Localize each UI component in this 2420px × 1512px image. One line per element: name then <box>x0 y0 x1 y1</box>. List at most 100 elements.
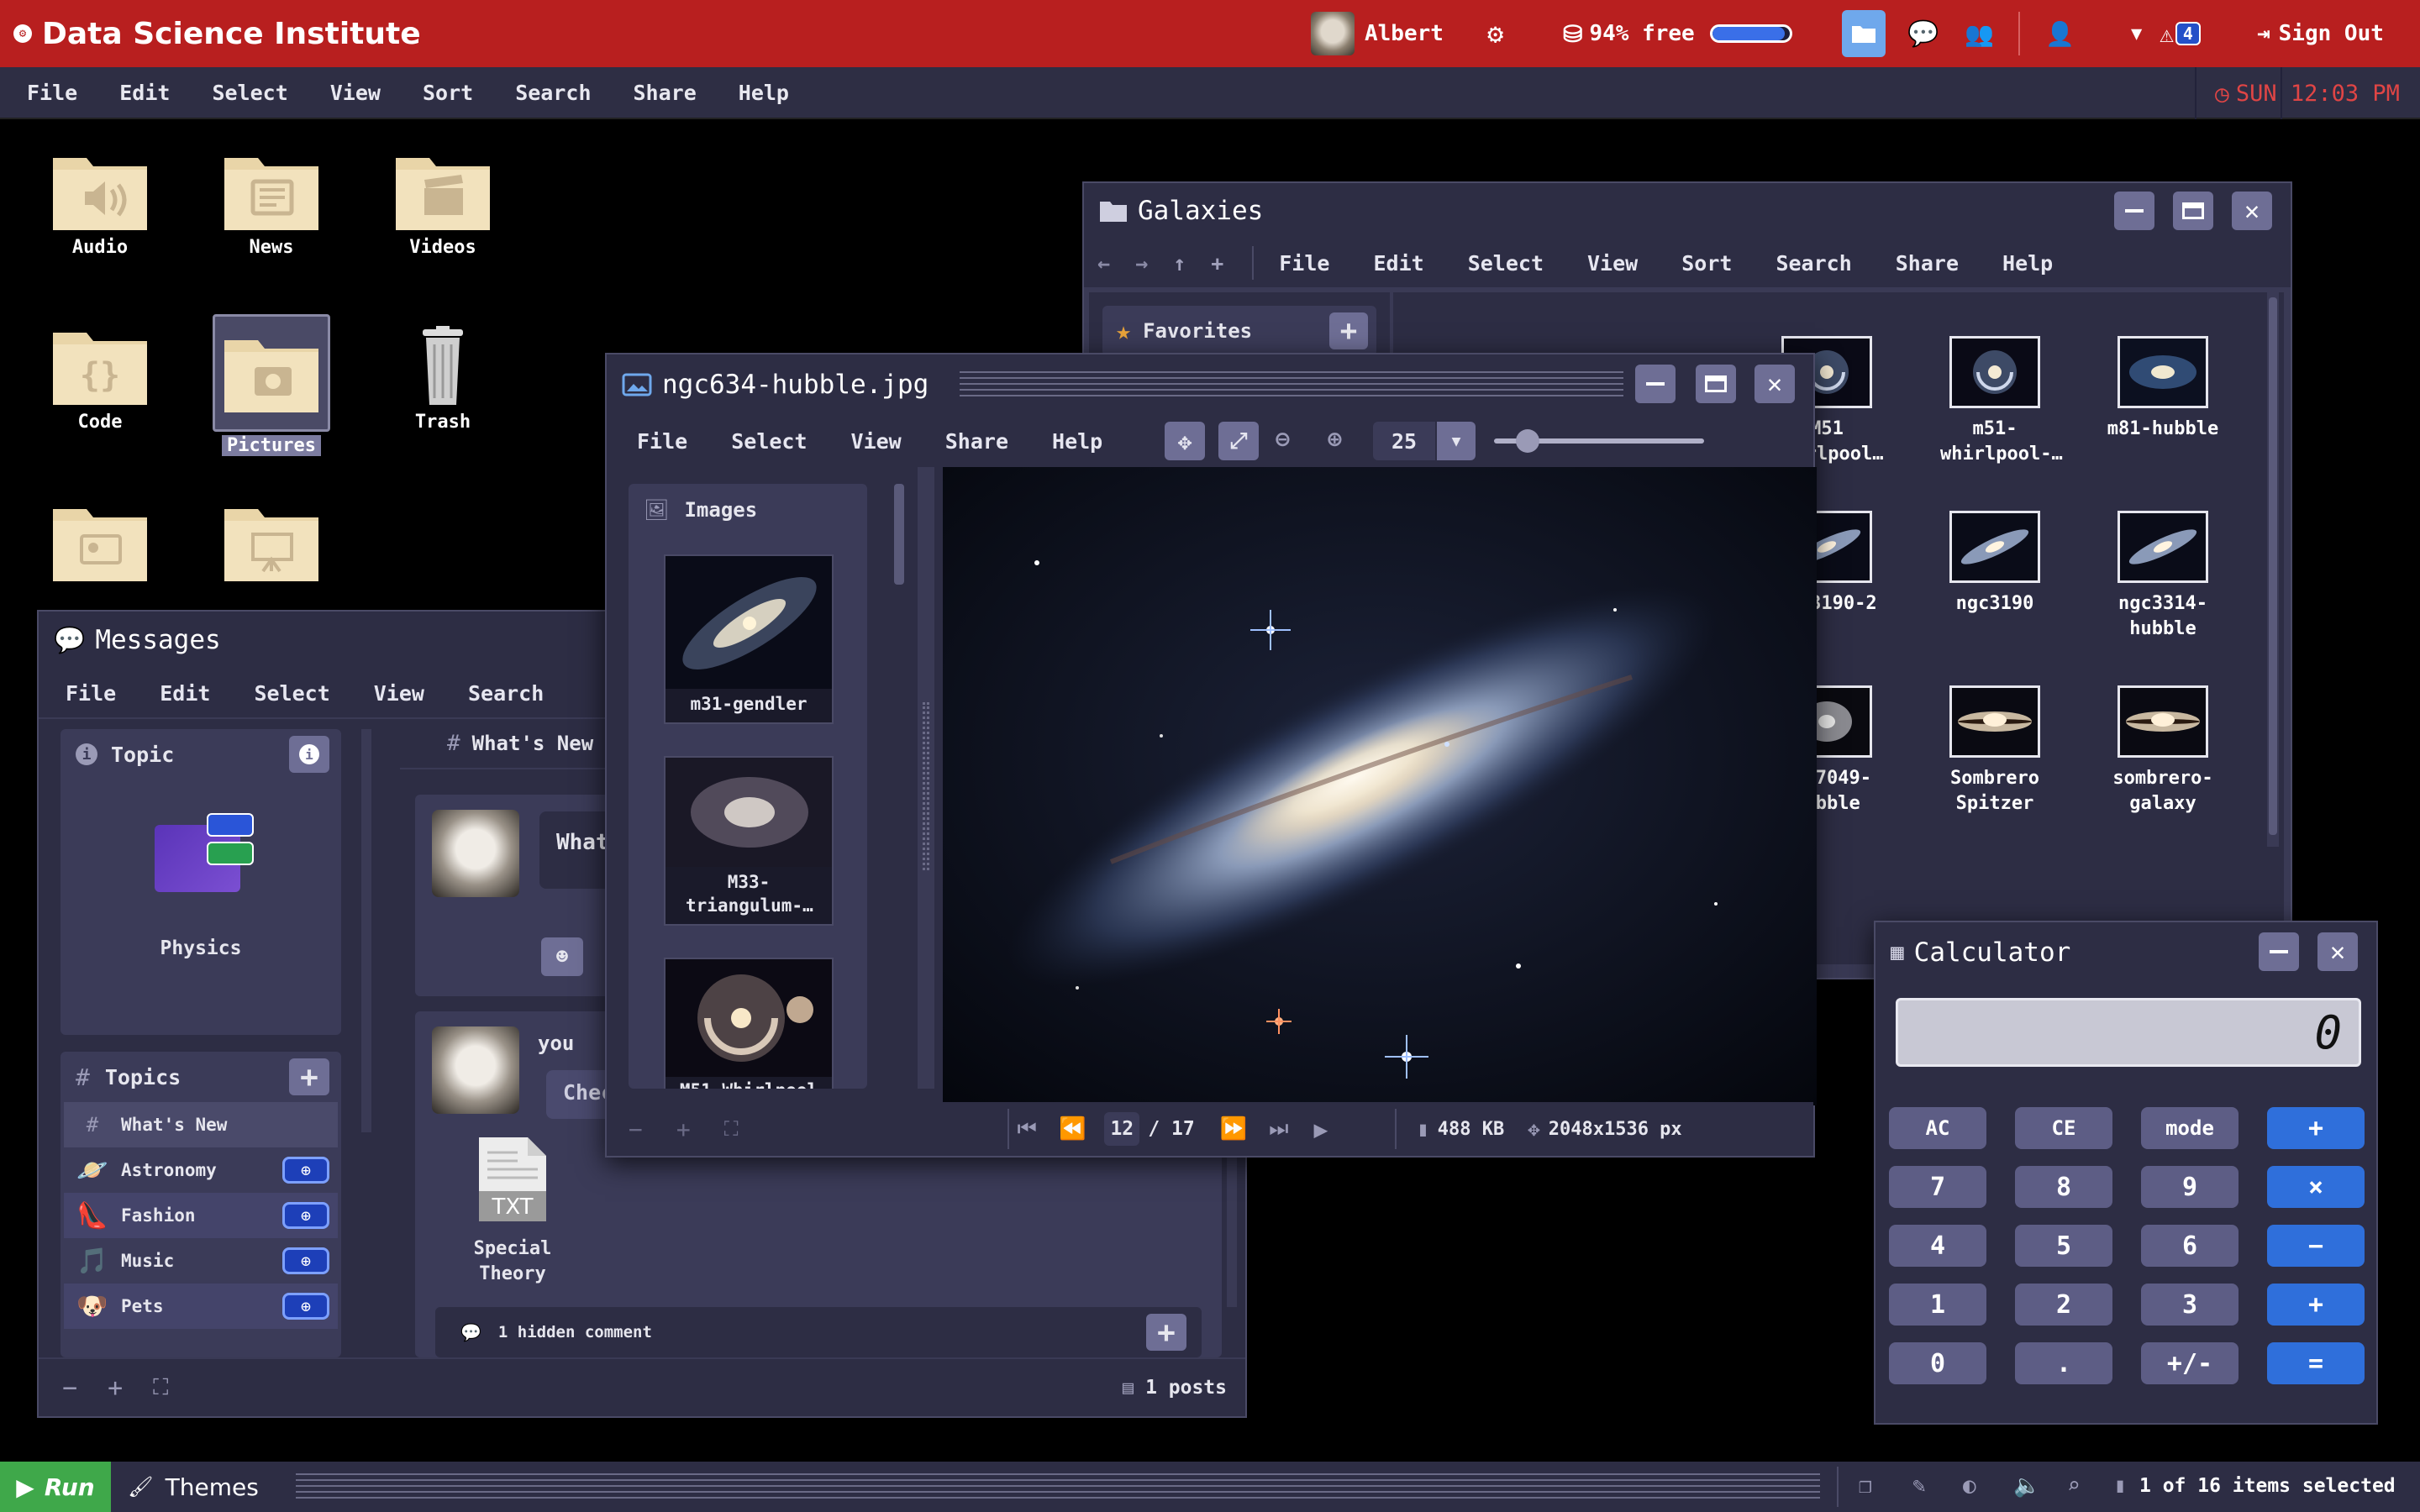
add-comment-button[interactable]: + <box>1146 1314 1186 1351</box>
menu-view[interactable]: View <box>1587 251 1638 276</box>
zoom-slider-handle[interactable] <box>1516 429 1539 453</box>
menu-help[interactable]: Help <box>2002 251 2053 276</box>
add-topic-button[interactable]: + <box>289 1058 329 1095</box>
institute-logo-icon[interactable]: ⚙ <box>13 24 32 43</box>
calc-button[interactable]: 7 <box>1889 1166 1986 1208</box>
zoom-in-icon[interactable]: + <box>108 1373 123 1403</box>
galaxy-thumbnail[interactable] <box>2118 685 2208 758</box>
desktop-icon-audio[interactable]: Audio <box>37 151 163 258</box>
menu-help[interactable]: Help <box>739 81 789 105</box>
thumbnail-m51[interactable]: M51 Whirlpool <box>664 958 834 1089</box>
calc-button[interactable]: − <box>2267 1225 2365 1267</box>
calc-button[interactable]: 4 <box>1889 1225 1986 1267</box>
topic-item[interactable]: 🪐 Astronomy ⊕ <box>64 1147 338 1193</box>
menu-file[interactable]: File <box>1279 251 1329 276</box>
avatar[interactable] <box>432 810 519 897</box>
viewer-title-bar[interactable]: ngc634-hubble.jpg ✕ <box>607 354 1813 415</box>
new-folder-icon[interactable]: + <box>1211 251 1223 276</box>
galaxy-thumbnail[interactable] <box>1949 511 2040 583</box>
scrollbar[interactable] <box>361 729 371 1132</box>
forward-arrow-icon[interactable]: → <box>1135 251 1148 276</box>
calc-button[interactable]: 0 <box>1889 1342 1986 1384</box>
topic-info-button[interactable]: i <box>289 736 329 773</box>
galaxy-image[interactable] <box>943 467 1817 1105</box>
emoji-icon[interactable]: ☻ <box>541 937 583 976</box>
menu-search[interactable]: Search <box>1776 251 1851 276</box>
zoom-out-icon[interactable]: − <box>62 1373 77 1403</box>
next-page-icon[interactable]: ⏩ <box>1220 1116 1247 1142</box>
settings-icon[interactable]: ⚙ <box>1487 0 1503 67</box>
calc-button[interactable]: CE <box>2015 1107 2112 1149</box>
brush-icon[interactable]: ✎ <box>1912 1473 1926 1499</box>
minimize-button[interactable] <box>2114 192 2154 230</box>
menu-view[interactable]: View <box>374 681 424 706</box>
run-button[interactable]: ▶ Run <box>0 1462 111 1512</box>
calc-button[interactable]: +/- <box>2141 1342 2238 1384</box>
zoom-dropdown-chevron-down-icon[interactable]: ▼ <box>1437 422 1476 460</box>
title-drag-grip[interactable] <box>960 371 1623 398</box>
galaxies-title-bar[interactable]: Galaxies ✕ <box>1084 183 2291 239</box>
zoom-out-icon[interactable]: ⊖ <box>1276 425 1290 453</box>
page-number-input[interactable]: 12 <box>1104 1112 1140 1146</box>
minimize-button[interactable] <box>2259 932 2299 971</box>
menu-select[interactable]: Select <box>254 681 329 706</box>
calc-button[interactable]: AC <box>1889 1107 1986 1149</box>
calc-button[interactable]: = <box>2267 1342 2365 1384</box>
menu-sort[interactable]: Sort <box>423 81 473 105</box>
user-menu[interactable]: Albert <box>1311 0 1444 67</box>
previous-page-icon[interactable]: ⏪ <box>1059 1116 1086 1142</box>
desktop-icon-videos[interactable]: Videos <box>380 151 506 258</box>
topic-item[interactable]: # What's New <box>64 1102 338 1147</box>
close-button[interactable]: ✕ <box>2232 192 2272 230</box>
scrollbar[interactable] <box>2267 292 2279 847</box>
zoom-in-icon[interactable]: + <box>676 1116 691 1143</box>
magnifier-icon[interactable]: ⌕ <box>2067 1473 2081 1499</box>
globe-icon[interactable]: ⊕ <box>282 1293 329 1320</box>
globe-icon[interactable]: ⊕ <box>282 1247 329 1274</box>
favorites-section[interactable]: ★ Favorites + <box>1102 306 1376 356</box>
galaxy-thumbnail[interactable] <box>2118 336 2208 408</box>
menu-sort[interactable]: Sort <box>1681 251 1732 276</box>
fullscreen-icon[interactable]: ⛶ <box>153 1375 168 1401</box>
zoom-level-input[interactable]: 25 <box>1373 422 1435 460</box>
desktop-icon-code[interactable]: {} Code <box>37 326 163 433</box>
volume-icon[interactable]: 🔈 <box>2013 1473 2040 1499</box>
calc-button[interactable]: 9 <box>2141 1166 2238 1208</box>
calc-button[interactable]: 5 <box>2015 1225 2112 1267</box>
contrast-icon[interactable]: ◐ <box>1963 1473 1976 1499</box>
physics-topic-icon[interactable] <box>155 813 254 900</box>
sign-out-button[interactable]: ⇥ Sign Out <box>2257 0 2384 67</box>
globe-icon[interactable]: ⊕ <box>282 1157 329 1184</box>
menu-help[interactable]: Help <box>1052 429 1102 454</box>
close-button[interactable]: ✕ <box>1754 365 1795 403</box>
globe-icon[interactable]: ⊕ <box>282 1202 329 1229</box>
galaxy-thumbnail[interactable] <box>1949 336 2040 408</box>
calc-button[interactable]: . <box>2015 1342 2112 1384</box>
menu-file[interactable]: File <box>27 81 77 105</box>
topic-item[interactable]: 🎵 Music ⊕ <box>64 1238 338 1284</box>
files-tab-icon[interactable] <box>1842 10 1886 57</box>
desktop-icon-news[interactable]: News <box>208 151 334 258</box>
menu-share[interactable]: Share <box>634 81 697 105</box>
menu-edit[interactable]: Edit <box>1373 251 1423 276</box>
txt-file-icon[interactable]: TXT <box>477 1136 548 1223</box>
pan-tool-icon[interactable]: ✥ <box>1165 422 1205 460</box>
topic-item[interactable]: 🐶 Pets ⊕ <box>64 1284 338 1329</box>
chevron-down-icon[interactable]: ▼ <box>2131 0 2142 67</box>
menu-select[interactable]: Select <box>1468 251 1544 276</box>
menu-edit[interactable]: Edit <box>160 681 210 706</box>
calc-button[interactable]: 3 <box>2141 1284 2238 1326</box>
thumbnail-m31[interactable]: m31-gendler <box>664 554 834 724</box>
calc-button[interactable]: 2 <box>2015 1284 2112 1326</box>
hidden-comments-bar[interactable]: 💬 1 hidden comment + <box>435 1307 1202 1357</box>
window-switch-icon[interactable]: ❐ <box>1859 1473 1872 1499</box>
back-arrow-icon[interactable]: ← <box>1097 251 1110 276</box>
up-arrow-icon[interactable]: ↑ <box>1173 251 1186 276</box>
splitter-handle[interactable] <box>918 467 934 1089</box>
fit-screen-icon[interactable]: ⤢ <box>1218 422 1259 460</box>
thumbnail-m33[interactable]: M33-triangulum-… <box>664 756 834 926</box>
topic-item[interactable]: 👠 Fashion ⊕ <box>64 1193 338 1238</box>
menu-file[interactable]: File <box>66 681 116 706</box>
calculator-title-bar[interactable]: ▦ Calculator ✕ <box>1876 922 2376 983</box>
chat-tab-icon[interactable]: 💬 <box>1907 0 1939 67</box>
